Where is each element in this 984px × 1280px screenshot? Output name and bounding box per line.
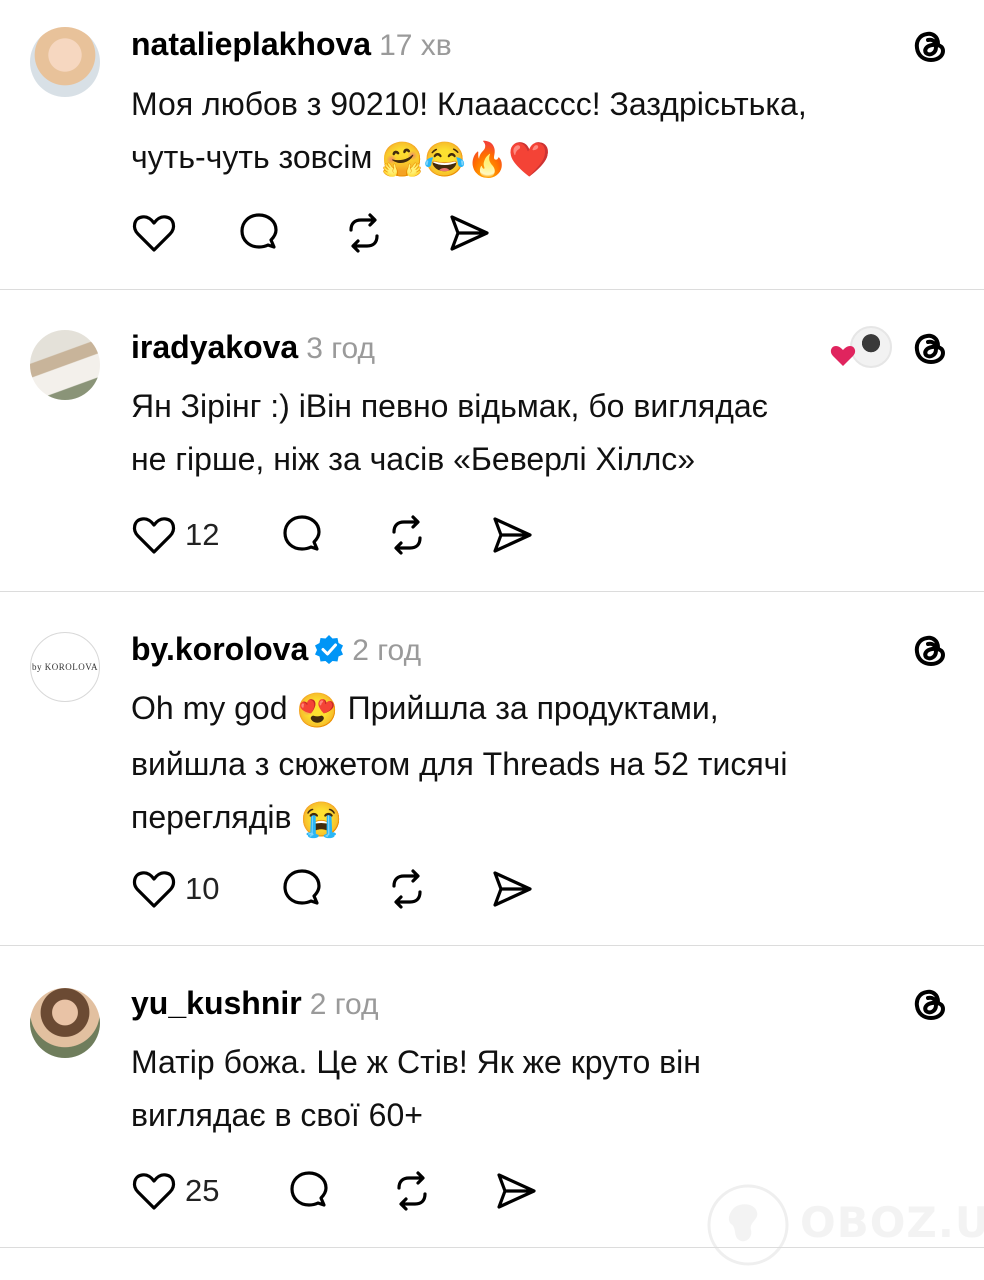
avatar-logo-text: by KOROLOVA xyxy=(31,662,99,672)
watermark: OBOZ.UA xyxy=(705,1180,984,1270)
globe-logo-icon xyxy=(707,1184,789,1266)
like-count: 10 xyxy=(185,871,220,906)
action-bar: 12 xyxy=(131,512,551,558)
send-icon[interactable] xyxy=(489,866,535,912)
emoji: 😭 xyxy=(300,801,343,839)
verified-badge-icon xyxy=(315,635,344,664)
repost-icon[interactable] xyxy=(341,210,387,256)
threads-logo-icon[interactable] xyxy=(908,326,952,370)
action-bar: 10 xyxy=(131,866,551,912)
comment-by-korolova: by KOROLOVA by.korolova 2 год Oh my god 😍… xyxy=(0,592,984,946)
send-icon[interactable] xyxy=(489,512,535,558)
emoji: 😍 xyxy=(296,692,339,730)
heart-icon[interactable] xyxy=(131,512,177,558)
emoji-group: 🤗😂🔥❤️ xyxy=(381,141,551,179)
timestamp: 2 год xyxy=(352,634,422,667)
heart-icon[interactable] xyxy=(131,866,177,912)
repost-icon[interactable] xyxy=(384,866,430,912)
repost-icon[interactable] xyxy=(389,1168,435,1214)
username[interactable]: iradyakova xyxy=(131,329,298,365)
heart-icon[interactable] xyxy=(131,210,177,256)
comment-text-line: Ян Зірінг :) іВін певно відьмак, бо вигл… xyxy=(131,388,768,424)
speech-bubble-icon[interactable] xyxy=(279,512,325,558)
timestamp: 17 хв xyxy=(379,29,452,62)
timestamp: 2 год xyxy=(309,988,379,1021)
timestamp: 3 год xyxy=(306,332,376,365)
author-liked-avatar xyxy=(850,326,892,368)
comment-text-line: Матір божа. Це ж Стів! Як же круто він xyxy=(131,1044,701,1080)
speech-bubble-icon[interactable] xyxy=(286,1168,332,1214)
threads-logo-icon[interactable] xyxy=(908,24,952,68)
send-icon[interactable] xyxy=(493,1168,539,1214)
threads-logo-icon[interactable] xyxy=(908,628,952,672)
username[interactable]: by.korolova xyxy=(131,631,308,667)
like-count: 12 xyxy=(185,517,220,552)
threads-logo-icon[interactable] xyxy=(908,982,952,1026)
watermark-text: OBOZ.UA xyxy=(800,1198,984,1247)
repost-icon[interactable] xyxy=(384,512,430,558)
action-bar xyxy=(131,210,531,256)
comment-text-segment: Oh my god xyxy=(131,690,288,726)
speech-bubble-icon[interactable] xyxy=(279,866,325,912)
heart-icon xyxy=(830,346,856,366)
comment-text-line: не гірше, ніж за часів «Беверлі Хіллс» xyxy=(131,441,696,477)
comment-text-line: чуть-чуть зовсім xyxy=(131,139,373,175)
comment-text-line: виглядає в свої 60+ xyxy=(131,1097,423,1133)
comment-text-line: переглядів xyxy=(131,799,292,835)
heart-icon[interactable] xyxy=(131,1168,177,1214)
avatar[interactable] xyxy=(30,988,100,1058)
send-icon[interactable] xyxy=(446,210,492,256)
speech-bubble-icon[interactable] xyxy=(236,210,282,256)
action-bar: 25 xyxy=(131,1168,551,1214)
avatar[interactable] xyxy=(30,27,100,97)
comment-iradyakova: iradyakova 3 год Ян Зірінг :) іВін певно … xyxy=(0,290,984,592)
username[interactable]: natalieplakhova xyxy=(131,26,371,62)
avatar[interactable]: by KOROLOVA xyxy=(30,632,100,702)
comment-natalieplakhova: natalieplakhova 17 хв Моя любов з 90210! … xyxy=(0,0,984,290)
username[interactable]: yu_kushnir xyxy=(131,985,302,1021)
comment-text-segment: Прийшла за продуктами, xyxy=(347,690,719,726)
comment-text-line: Моя любов з 90210! Клаааcccс! Заздрісьть… xyxy=(131,86,807,122)
comment-text-line: вийшла з сюжетом для Threads на 52 тисяч… xyxy=(131,746,788,782)
avatar[interactable] xyxy=(30,330,100,400)
like-count: 25 xyxy=(185,1173,220,1208)
